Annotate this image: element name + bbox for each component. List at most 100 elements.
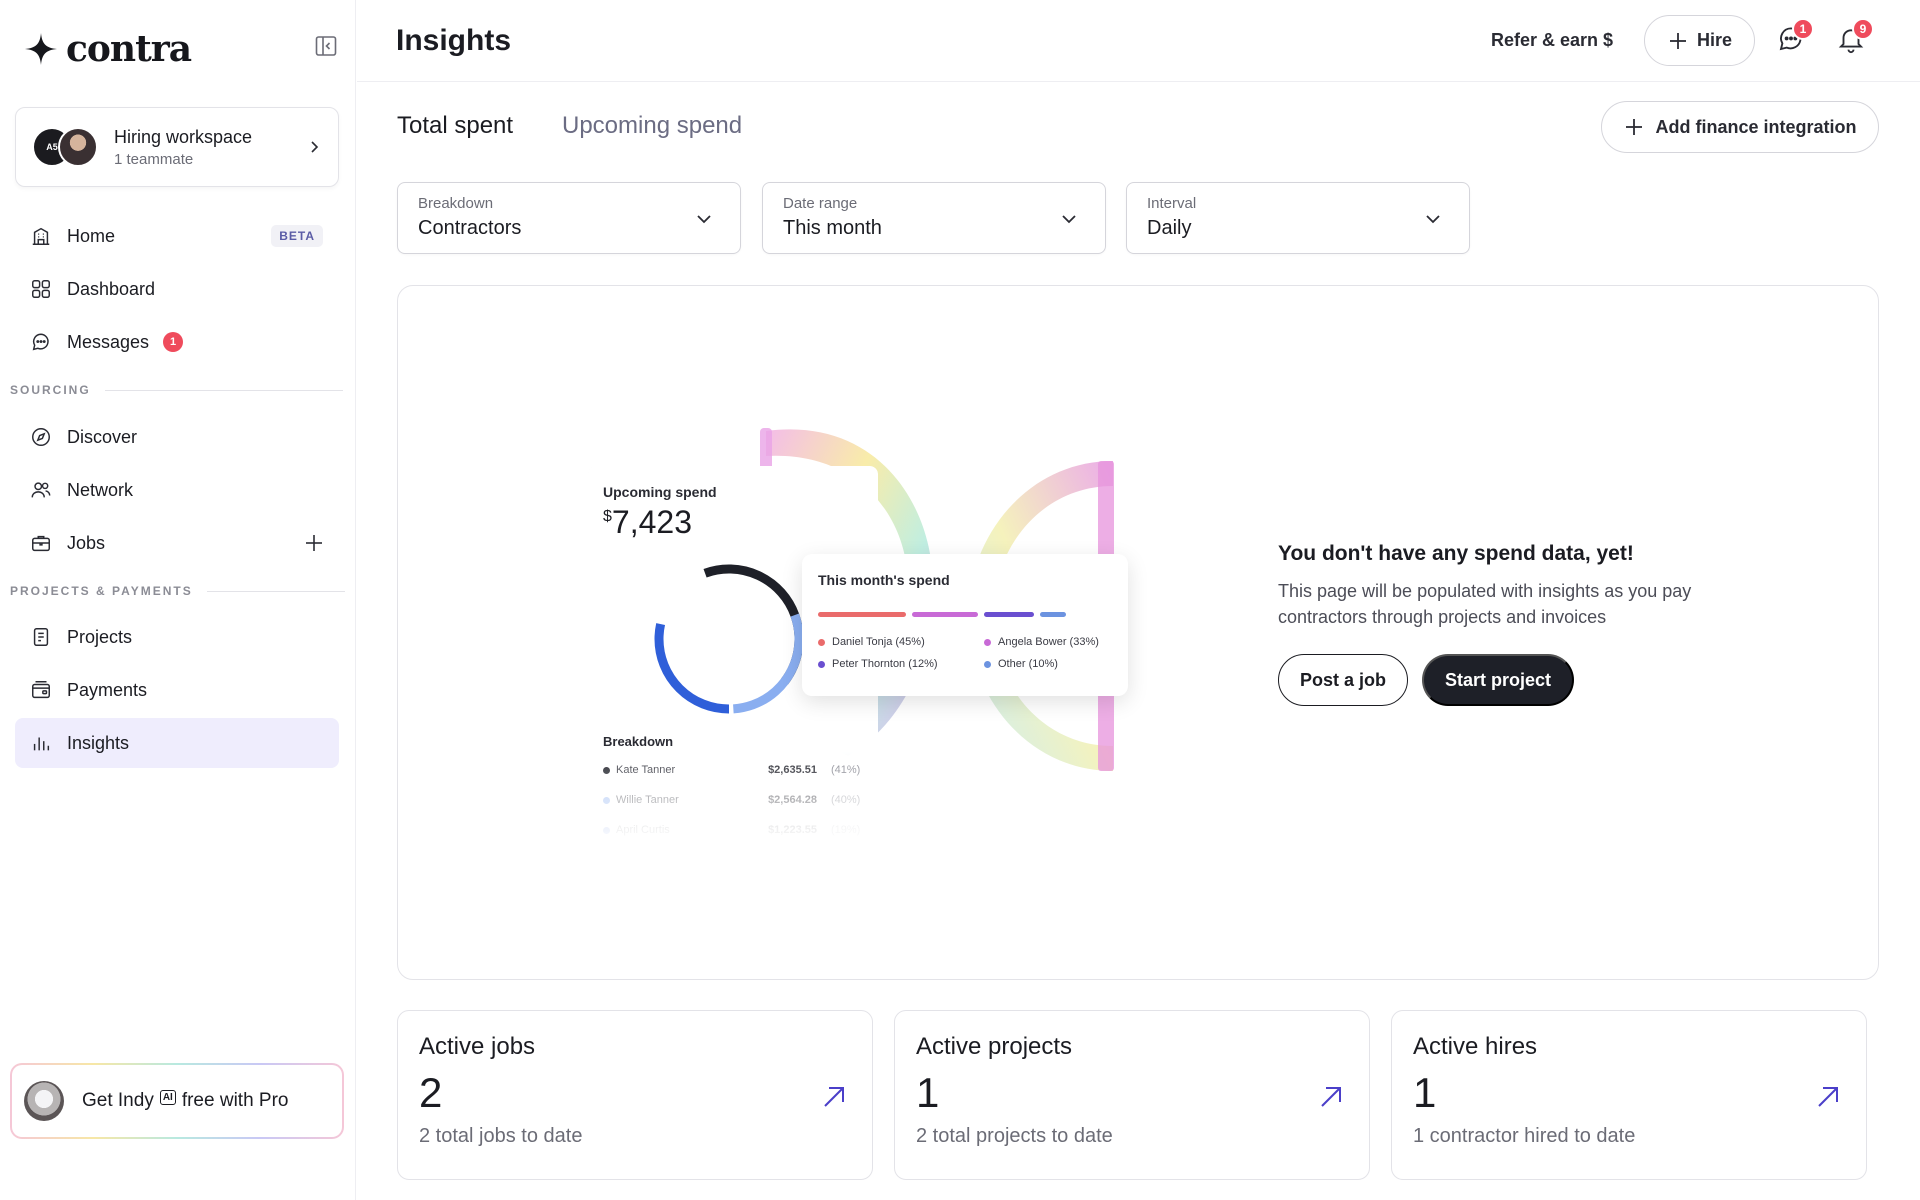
messages-button[interactable]: 1 xyxy=(1774,18,1814,56)
legend-dot xyxy=(818,660,825,668)
legend-label: Angela Bower (33%) xyxy=(998,636,1099,648)
sidebar-item-network[interactable]: Network xyxy=(15,465,339,515)
page-title: Insights xyxy=(396,24,512,57)
row-pct: (19%) xyxy=(831,824,861,836)
brand-name: contra xyxy=(66,28,192,70)
date-range-value: This month xyxy=(783,217,882,239)
breakdown-select[interactable]: Breakdown Contractors xyxy=(397,182,741,254)
indy-avatar xyxy=(24,1081,64,1121)
active-projects-card[interactable]: Active projects 1 2 total projects to da… xyxy=(894,1010,1370,1180)
preview-legend: Daniel Tonja (45%) Angela Bower (33%) Pe… xyxy=(818,636,1118,670)
date-range-label: Date range xyxy=(783,195,858,212)
top-bar: Insights Refer & earn $ Hire 1 9 xyxy=(357,0,1920,82)
plus-icon xyxy=(1669,32,1686,49)
arrow-up-right-icon xyxy=(824,1087,844,1107)
legend-item: Daniel Tonja (45%) xyxy=(818,636,984,648)
empty-state-title: You don't have any spend data, yet! xyxy=(1278,542,1634,565)
bar-segment xyxy=(984,612,1034,617)
bar-chart-icon xyxy=(29,731,53,755)
sidebar-item-projects[interactable]: Projects xyxy=(15,612,339,662)
people-icon xyxy=(29,478,53,502)
preview-breakdown-title: Breakdown xyxy=(603,734,674,749)
donut-chart-icon xyxy=(654,564,804,714)
sidebar-item-payments[interactable]: Payments xyxy=(15,665,339,715)
post-job-button[interactable]: Post a job xyxy=(1278,654,1409,706)
empty-state-description: This page will be populated with insight… xyxy=(1278,581,1692,627)
chevron-down-icon xyxy=(1426,215,1440,224)
empty-state-text: You don't have any spend data, yet! This… xyxy=(1278,542,1758,706)
contra-logo[interactable]: contra xyxy=(24,28,192,70)
messages-count-badge: 1 xyxy=(1792,18,1814,40)
interval-select[interactable]: Interval Daily xyxy=(1126,182,1470,254)
preview-breakdown-row: Kate Tanner $2,635.51 (41%) xyxy=(603,764,863,776)
legend-label: Daniel Tonja (45%) xyxy=(832,636,925,648)
preview-breakdown-row: April Curtis $1,223.55 (19%) xyxy=(603,824,863,836)
divider xyxy=(206,590,345,592)
workspace-switcher[interactable]: A5 Hiring workspace 1 teammate xyxy=(15,107,339,187)
document-icon xyxy=(29,625,53,649)
bar-segment xyxy=(912,612,978,617)
sidebar-collapse-icon xyxy=(315,36,337,56)
refer-earn-link[interactable]: Refer & earn $ xyxy=(1491,30,1613,51)
collapse-sidebar-button[interactable] xyxy=(312,32,340,60)
date-range-select[interactable]: Date range This month xyxy=(762,182,1106,254)
start-project-button[interactable]: Start project xyxy=(1422,654,1575,706)
preview-upcoming-title: Upcoming spend xyxy=(603,484,717,500)
sidebar-item-dashboard[interactable]: Dashboard xyxy=(15,264,339,314)
stat-value: 1 xyxy=(1413,1069,1437,1116)
notifications-count-badge: 9 xyxy=(1852,18,1874,40)
avatar xyxy=(58,127,98,167)
interval-label: Interval xyxy=(1147,195,1197,212)
compass-icon xyxy=(29,425,53,449)
sidebar-item-label: Dashboard xyxy=(67,278,156,299)
preview-amount-value: 7,423 xyxy=(611,504,692,540)
interval-value: Daily xyxy=(1147,217,1192,239)
active-hires-card[interactable]: Active hires 1 1 contractor hired to dat… xyxy=(1391,1010,1867,1180)
spend-chart-empty-state: Upcoming spend $7,423 Breakdown Kate Tan… xyxy=(397,285,1879,980)
sidebar-item-label: Jobs xyxy=(67,532,106,553)
stat-value: 1 xyxy=(916,1069,940,1116)
row-name: April Curtis xyxy=(616,824,670,836)
stat-title: Active projects xyxy=(916,1033,1073,1060)
hire-button[interactable]: Hire xyxy=(1644,15,1755,66)
wallet-icon xyxy=(29,678,53,702)
arrow-up-right-icon xyxy=(1818,1087,1838,1107)
plus-icon xyxy=(1626,119,1643,135)
legend-dot xyxy=(818,638,825,646)
legend-dot xyxy=(603,826,610,834)
tab-total-spent[interactable]: Total spent xyxy=(397,112,513,140)
workspace-title: Hiring workspace xyxy=(114,126,253,147)
add-finance-integration-button[interactable]: Add finance integration xyxy=(1601,101,1879,153)
workspace-subtitle: 1 teammate xyxy=(114,150,194,168)
legend-dot xyxy=(603,796,610,804)
tab-upcoming-spend[interactable]: Upcoming spend xyxy=(562,112,742,140)
currency-symbol: $ xyxy=(603,508,612,525)
preview-breakdown-row: Willie Tanner $2,564.28 (40%) xyxy=(603,794,863,806)
sidebar-item-discover[interactable]: Discover xyxy=(15,412,339,462)
sidebar-item-label: Payments xyxy=(67,679,148,700)
sidebar-item-home[interactable]: Home BETA xyxy=(15,211,339,261)
add-job-icon[interactable] xyxy=(303,532,325,554)
stat-value: 2 xyxy=(419,1069,443,1116)
row-pct: (41%) xyxy=(831,764,861,776)
building-icon xyxy=(29,224,53,248)
star-logo-icon xyxy=(25,33,57,65)
sidebar-item-insights[interactable]: Insights xyxy=(15,718,339,768)
ai-badge: AI xyxy=(159,1089,176,1105)
arrow-up-right-icon xyxy=(1321,1087,1341,1107)
sidebar-item-messages[interactable]: Messages 1 xyxy=(15,317,339,367)
chevron-down-icon xyxy=(697,215,711,224)
active-jobs-card[interactable]: Active jobs 2 2 total jobs to date xyxy=(397,1010,873,1180)
get-indy-promo[interactable]: Get Indy AI free with Pro xyxy=(10,1063,344,1139)
legend-item: Angela Bower (33%) xyxy=(984,636,1124,648)
sidebar-item-jobs[interactable]: Jobs xyxy=(15,518,339,568)
breakdown-label: Breakdown xyxy=(418,195,494,212)
notifications-button[interactable]: 9 xyxy=(1834,18,1874,56)
promo-rest-text: free with Pro xyxy=(181,1090,289,1111)
breakdown-value: Contractors xyxy=(418,217,522,239)
stat-title: Active jobs xyxy=(419,1033,536,1060)
legend-label: Peter Thornton (12%) xyxy=(832,658,938,670)
row-amount: $2,564.28 xyxy=(768,794,817,806)
messages-count-badge: 1 xyxy=(163,332,184,352)
legend-item: Peter Thornton (12%) xyxy=(818,658,984,670)
